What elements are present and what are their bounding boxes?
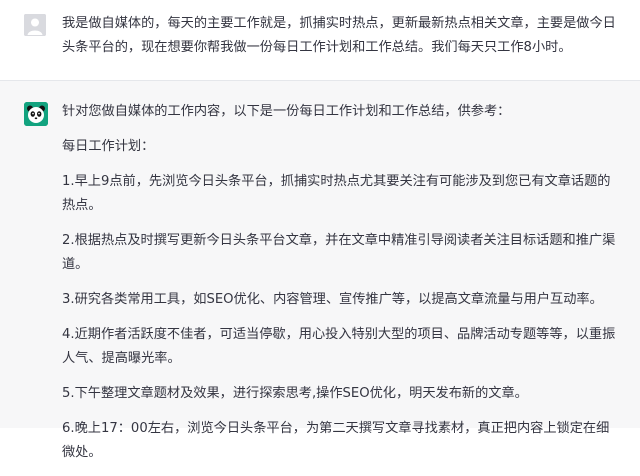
assistant-avatar bbox=[24, 102, 48, 126]
assistant-message-block: 针对您做自媒体的工作内容，以下是一份每日工作计划和工作总结，供参考： 每日工作计… bbox=[0, 81, 640, 460]
plan-item: 6.晚上17：00左右，浏览今日头条平台，为第二天撰写文章寻找素材，真正把内容上… bbox=[62, 421, 610, 460]
user-avatar bbox=[24, 14, 46, 36]
assistant-message-text: 针对您做自媒体的工作内容，以下是一份每日工作计划和工作总结，供参考： 每日工作计… bbox=[62, 100, 622, 476]
user-message-block: 我是做自媒体的，每天的主要工作就是，抓捕实时热点，更新最新热点相关文章，主要是做… bbox=[0, 0, 640, 81]
user-message-text: 我是做自媒体的，每天的主要工作就是，抓捕实时热点，更新最新热点相关文章，主要是做… bbox=[62, 16, 616, 55]
plan-item: 2.根据热点及时撰写更新今日头条平台文章，并在文章中精准引导阅读者关注目标话题和… bbox=[62, 233, 616, 272]
user-silhouette-icon bbox=[24, 14, 46, 36]
plan-item: 3.研究各类常用工具，如SEO优化、内容管理、宣传推广等，以提高文章流量与用户互… bbox=[62, 292, 603, 307]
plan-title: 每日工作计划： bbox=[62, 139, 155, 154]
plan-item: 4.近期作者活跃度不佳者，可适当停歇，用心投入特别大型的项目、品牌活动专题等等，… bbox=[62, 327, 616, 366]
answer-intro: 针对您做自媒体的工作内容，以下是一份每日工作计划和工作总结，供参考： bbox=[62, 104, 511, 119]
plan-item: 5.下午整理文章题材及效果，进行探索思考,操作SEO优化，明天发布新的文章。 bbox=[62, 386, 528, 401]
panda-icon bbox=[24, 102, 48, 126]
plan-item: 1.早上9点前，先浏览今日头条平台，抓捕实时热点尤其要关注有可能涉及到您已有文章… bbox=[62, 174, 611, 213]
